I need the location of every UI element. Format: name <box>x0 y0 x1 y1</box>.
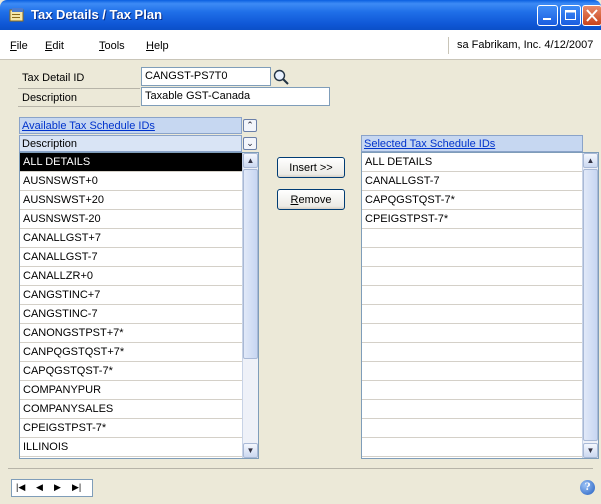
maximize-icon <box>565 10 576 20</box>
list-item[interactable] <box>362 381 582 400</box>
list-item[interactable]: CANPQGSTQST+7* <box>20 343 242 362</box>
available-list-header[interactable]: Available Tax Schedule IDs <box>19 117 242 134</box>
list-item[interactable] <box>362 438 582 457</box>
first-record-icon[interactable]: |◀ <box>16 482 25 493</box>
label-underline <box>18 88 140 89</box>
description-field[interactable]: Taxable GST-Canada <box>141 87 330 106</box>
list-item[interactable] <box>362 419 582 438</box>
available-rows: ALL DETAILS AUSNSWST+0 AUSNSWST+20 AUSNS… <box>20 153 242 457</box>
title-bar[interactable]: Tax Details / Tax Plan <box>0 0 601 30</box>
list-item[interactable] <box>362 343 582 362</box>
list-item[interactable]: COMPANYSALES <box>20 400 242 419</box>
list-item[interactable]: CANONGSTPST+7* <box>20 324 242 343</box>
scroll-down-icon[interactable]: ▼ <box>583 443 598 458</box>
list-item[interactable] <box>362 286 582 305</box>
window-title: Tax Details / Tax Plan <box>31 7 163 22</box>
list-item[interactable]: CANGSTINC-7 <box>20 305 242 324</box>
user-company-date: sa Fabrikam, Inc. 4/12/2007 <box>448 37 601 54</box>
previous-record-icon[interactable]: ◀ <box>36 482 43 493</box>
list-item[interactable] <box>362 400 582 419</box>
tax-details-window: Tax Details / Tax Plan File Edit Tools H… <box>0 0 601 504</box>
menu-file[interactable]: File <box>10 40 28 52</box>
list-item[interactable]: AUSNSWST+20 <box>20 191 242 210</box>
tax-detail-id-field[interactable]: CANGST-PS7T0 <box>141 67 271 86</box>
scroll-up-icon[interactable]: ▲ <box>583 153 598 168</box>
remove-button[interactable]: Remove <box>277 189 345 210</box>
scroll-thumb[interactable] <box>243 169 258 359</box>
available-tax-schedule-list[interactable]: ALL DETAILS AUSNSWST+0 AUSNSWST+20 AUSNS… <box>19 152 259 459</box>
list-item[interactable]: CPEIGSTPST-7* <box>362 210 582 229</box>
tax-detail-id-label: Tax Detail ID <box>22 72 85 84</box>
list-item[interactable] <box>362 324 582 343</box>
list-item[interactable]: CANGSTINC+7 <box>20 286 242 305</box>
insert-button[interactable]: Insert >> <box>277 157 345 178</box>
maximize-button[interactable] <box>560 5 581 26</box>
close-button[interactable] <box>582 5 601 26</box>
record-navigator: |◀ ◀ ▶ ▶| <box>11 479 93 497</box>
selected-rows: ALL DETAILS CANALLGST-7 CAPQGSTQST-7* CP… <box>362 153 582 457</box>
minimize-icon <box>543 18 551 20</box>
list-item[interactable]: CAPQGSTQST-7* <box>20 362 242 381</box>
menu-tools[interactable]: Tools <box>99 40 125 52</box>
help-icon[interactable]: ? <box>580 480 595 495</box>
list-item[interactable] <box>362 229 582 248</box>
description-label: Description <box>22 92 78 104</box>
description-column-header[interactable]: Description <box>19 135 242 152</box>
list-item[interactable] <box>362 248 582 267</box>
lookup-magnifier-icon[interactable] <box>272 68 290 86</box>
collapse-up-icon[interactable]: ⌃ <box>243 119 257 132</box>
label-underline <box>18 106 140 107</box>
selected-scrollbar[interactable]: ▲ ▼ <box>582 153 598 458</box>
list-item[interactable]: CPEIGSTPST-7* <box>20 419 242 438</box>
selected-tax-schedule-list[interactable]: ALL DETAILS CANALLGST-7 CAPQGSTQST-7* CP… <box>361 152 599 459</box>
list-item[interactable]: CANALLGST+7 <box>20 229 242 248</box>
list-item[interactable]: ILLINOIS <box>20 438 242 457</box>
list-item[interactable]: AUSNSWST+0 <box>20 172 242 191</box>
list-item[interactable] <box>362 305 582 324</box>
app-icon <box>9 8 24 22</box>
list-item[interactable]: CANALLGST-7 <box>20 248 242 267</box>
menu-edit[interactable]: Edit <box>45 40 64 52</box>
list-item[interactable]: CAPQGSTQST-7* <box>362 191 582 210</box>
scroll-up-icon[interactable]: ▲ <box>243 153 258 168</box>
list-item[interactable]: AUSNSWST-20 <box>20 210 242 229</box>
close-icon <box>586 9 598 22</box>
list-item[interactable]: COMPANYPUR <box>20 381 242 400</box>
scroll-thumb[interactable] <box>583 169 598 441</box>
list-item[interactable]: ALL DETAILS <box>20 153 242 172</box>
expand-down-icon[interactable]: ⌄ <box>243 137 257 150</box>
list-item[interactable]: CANALLGST-7 <box>362 172 582 191</box>
last-record-icon[interactable]: ▶| <box>72 482 81 493</box>
selected-list-header[interactable]: Selected Tax Schedule IDs <box>361 135 583 152</box>
list-item[interactable] <box>362 362 582 381</box>
menu-help[interactable]: Help <box>146 40 169 52</box>
available-scrollbar[interactable]: ▲ ▼ <box>242 153 258 458</box>
list-item[interactable]: ALL DETAILS <box>362 153 582 172</box>
next-record-icon[interactable]: ▶ <box>54 482 61 493</box>
scroll-down-icon[interactable]: ▼ <box>243 443 258 458</box>
list-item[interactable]: CANALLZR+0 <box>20 267 242 286</box>
minimize-button[interactable] <box>537 5 558 26</box>
list-item[interactable] <box>362 267 582 286</box>
bottom-separator <box>8 468 593 469</box>
